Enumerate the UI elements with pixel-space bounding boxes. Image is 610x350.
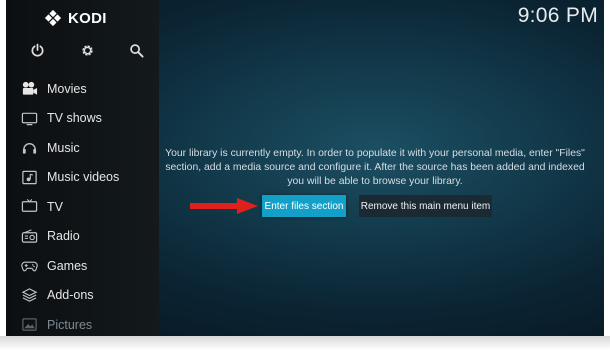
empty-library-message: Your library is currently empty. In orde… (165, 148, 585, 187)
menu-label-addons: Add-ons (47, 288, 94, 303)
menu-item-addons[interactable]: Add-ons (6, 281, 159, 311)
music-icon (20, 139, 38, 157)
tv-icon (20, 198, 38, 216)
main-menu: Movies TV shows Music Music videos TV Ra… (6, 74, 159, 336)
sidebar: KODI Movies TV shows Music Music videos … (6, 0, 159, 336)
menu-label-games: Games (47, 258, 88, 273)
movies-icon (20, 80, 38, 98)
menu-label-tv-shows: TV shows (47, 111, 102, 126)
menu-label-tv: TV (47, 199, 63, 214)
menu-item-games[interactable]: Games (6, 251, 159, 281)
menu-item-movies[interactable]: Movies (6, 74, 159, 104)
top-icon-bar (6, 38, 159, 62)
menu-label-radio: Radio (47, 229, 80, 244)
pictures-icon (20, 316, 38, 334)
power-icon[interactable] (25, 38, 49, 62)
menu-label-pictures: Pictures (47, 317, 93, 332)
menu-item-radio[interactable]: Radio (6, 222, 159, 252)
remove-menu-item-button[interactable]: Remove this main menu item (359, 195, 492, 217)
menu-item-pictures[interactable]: Pictures (6, 310, 159, 336)
tv-shows-icon (20, 109, 38, 127)
kodi-logo-icon (44, 9, 62, 27)
kodi-logo: KODI (44, 8, 107, 28)
addons-icon (20, 286, 38, 304)
enter-files-section-button[interactable]: Enter files section (262, 195, 346, 217)
menu-item-tv-shows[interactable]: TV shows (6, 104, 159, 134)
menu-item-music-videos[interactable]: Music videos (6, 163, 159, 193)
menu-item-music[interactable]: Music (6, 133, 159, 163)
app-name: KODI (68, 9, 107, 27)
red-arrow-annotation (190, 198, 258, 214)
music-videos-icon (20, 168, 38, 186)
menu-label-music-videos: Music videos (47, 170, 120, 185)
screenshot-border (0, 336, 610, 350)
menu-label-music: Music (47, 140, 80, 155)
clock: 9:06 PM (517, 4, 598, 27)
menu-item-tv[interactable]: TV (6, 192, 159, 222)
radio-icon (20, 227, 38, 245)
games-icon (20, 257, 38, 275)
settings-icon[interactable] (75, 38, 99, 62)
menu-label-movies: Movies (47, 81, 87, 96)
search-icon[interactable] (124, 38, 148, 62)
